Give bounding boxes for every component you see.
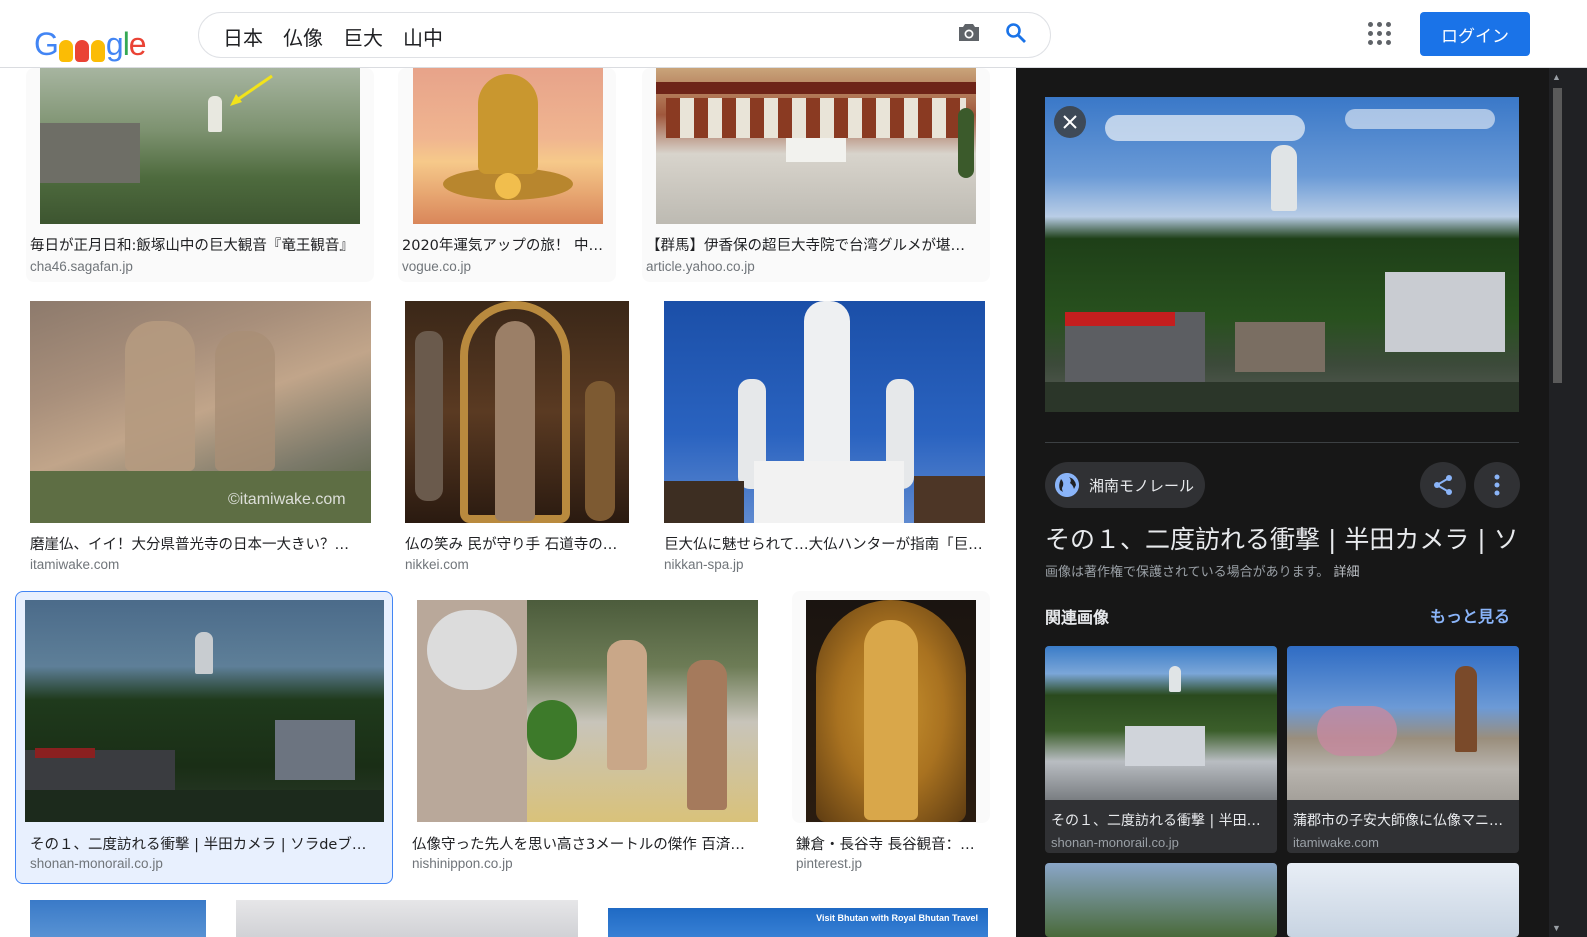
related-image-card[interactable]: [1287, 863, 1519, 937]
share-button[interactable]: [1420, 462, 1466, 508]
close-icon[interactable]: [1054, 106, 1086, 138]
result-domain: nishinippon.co.jp: [412, 856, 513, 871]
scroll-up-arrow-icon[interactable]: ▲: [1552, 72, 1561, 82]
more-options-button[interactable]: [1474, 462, 1520, 508]
result-domain: cha46.sagafan.jp: [30, 259, 133, 274]
result-caption[interactable]: 鎌倉・長谷寺 長谷観音：…: [796, 833, 981, 854]
copyright-text: 画像は著作権で保護されている場合があります。: [1045, 565, 1330, 580]
search-input[interactable]: [223, 23, 923, 49]
result-domain: nikkei.com: [405, 557, 469, 572]
result-domain: nikkan-spa.jp: [664, 557, 744, 572]
share-icon: [1434, 475, 1452, 495]
result-thumbnail[interactable]: [405, 301, 629, 523]
globe-icon: [1055, 473, 1079, 497]
result-domain: article.yahoo.co.jp: [646, 259, 755, 274]
see-more-link[interactable]: もっと見る: [1430, 603, 1510, 627]
panel-scrollbar[interactable]: ▲ ▼: [1549, 68, 1566, 937]
related-image-card[interactable]: その１、二度訪れる衝撃 | 半田… shonan-monorail.co.jp: [1045, 646, 1277, 853]
related-caption[interactable]: その１、二度訪れる衝撃 | 半田…: [1051, 810, 1273, 830]
watermark-text: ©itamiwake.com: [228, 491, 346, 508]
scroll-thumb[interactable]: [1553, 88, 1562, 383]
apps-grid-icon[interactable]: [1368, 22, 1392, 46]
related-image-card[interactable]: 蒲郡市の子安大師像に仏像マニ… itamiwake.com: [1287, 646, 1519, 853]
result-thumbnail[interactable]: [806, 600, 976, 822]
result-caption[interactable]: 磨崖仏、イイ！大分県普光寺の日本一大きい？…: [30, 533, 370, 554]
related-domain: shonan-monorail.co.jp: [1051, 835, 1179, 850]
result-caption[interactable]: 仏像守った先人を思い高さ3メートルの傑作 百済…: [412, 833, 762, 854]
result-caption[interactable]: 2020年運気アップの旅！ 中…: [402, 234, 612, 255]
result-thumbnail[interactable]: Visit Bhutan with Royal Bhutan Travel: [608, 908, 988, 937]
related-domain: itamiwake.com: [1293, 835, 1379, 850]
panel-divider: [1045, 442, 1519, 443]
scroll-down-arrow-icon[interactable]: ▼: [1552, 923, 1561, 933]
result-thumbnail[interactable]: ©itamiwake.com: [30, 301, 371, 523]
result-thumbnail[interactable]: [30, 900, 206, 937]
result-caption[interactable]: 【群馬】伊香保の超巨大寺院で台湾グルメが堪…: [646, 234, 976, 255]
image-results-grid: 毎日が正月日和:飯塚山中の巨大観音『竜王観音』 cha46.sagafan.jp…: [0, 68, 1016, 937]
source-link[interactable]: 湘南モノレール: [1045, 462, 1205, 508]
related-images-heading: 関連画像: [1045, 608, 1110, 627]
result-domain: pinterest.jp: [796, 856, 863, 871]
preview-title[interactable]: その１、二度訪れる衝撃 | 半田カメラ | ソ: [1045, 520, 1525, 556]
related-thumbnail[interactable]: [1045, 646, 1277, 800]
google-logo[interactable]: Ggle: [34, 20, 147, 62]
copyright-notice: 画像は著作権で保護されている場合があります。 詳細: [1045, 561, 1359, 580]
preview-image[interactable]: [1045, 97, 1519, 412]
details-link[interactable]: 詳細: [1333, 565, 1359, 580]
result-thumbnail[interactable]: [236, 900, 578, 937]
related-thumbnail[interactable]: [1287, 646, 1519, 800]
result-caption[interactable]: 毎日が正月日和:飯塚山中の巨大観音『竜王観音』: [30, 234, 370, 255]
result-thumbnail[interactable]: [417, 600, 758, 822]
related-image-card[interactable]: [1045, 863, 1277, 937]
related-caption[interactable]: 蒲郡市の子安大師像に仏像マニ…: [1293, 810, 1515, 830]
result-thumbnail[interactable]: [25, 600, 384, 822]
more-vert-icon: [1494, 474, 1500, 496]
result-thumbnail[interactable]: [664, 301, 985, 523]
camera-icon[interactable]: [958, 22, 980, 47]
result-thumbnail[interactable]: [413, 68, 603, 224]
search-icon[interactable]: [1005, 22, 1027, 49]
source-name: 湘南モノレール: [1089, 476, 1195, 495]
result-domain: vogue.co.jp: [402, 259, 472, 274]
result-thumbnail[interactable]: [656, 68, 976, 224]
result-caption[interactable]: 仏の笑み 民が守り手 石道寺の…: [405, 533, 630, 554]
banner-text: Visit Bhutan with Royal Bhutan Travel: [816, 913, 978, 923]
result-domain: itamiwake.com: [30, 557, 120, 572]
search-box: [198, 12, 1051, 58]
result-card[interactable]: [792, 591, 990, 823]
result-caption[interactable]: 巨大仏に魅せられて…大仏ハンターが指南「巨…: [664, 533, 986, 554]
result-domain: shonan-monorail.co.jp: [30, 856, 163, 871]
result-caption[interactable]: その１、二度訪れる衝撃 | 半田カメラ | ソラdeブ…: [30, 833, 380, 854]
login-button[interactable]: ログイン: [1420, 12, 1530, 56]
top-bar: Ggle ログイン: [0, 0, 1587, 68]
result-thumbnail[interactable]: [40, 68, 360, 224]
